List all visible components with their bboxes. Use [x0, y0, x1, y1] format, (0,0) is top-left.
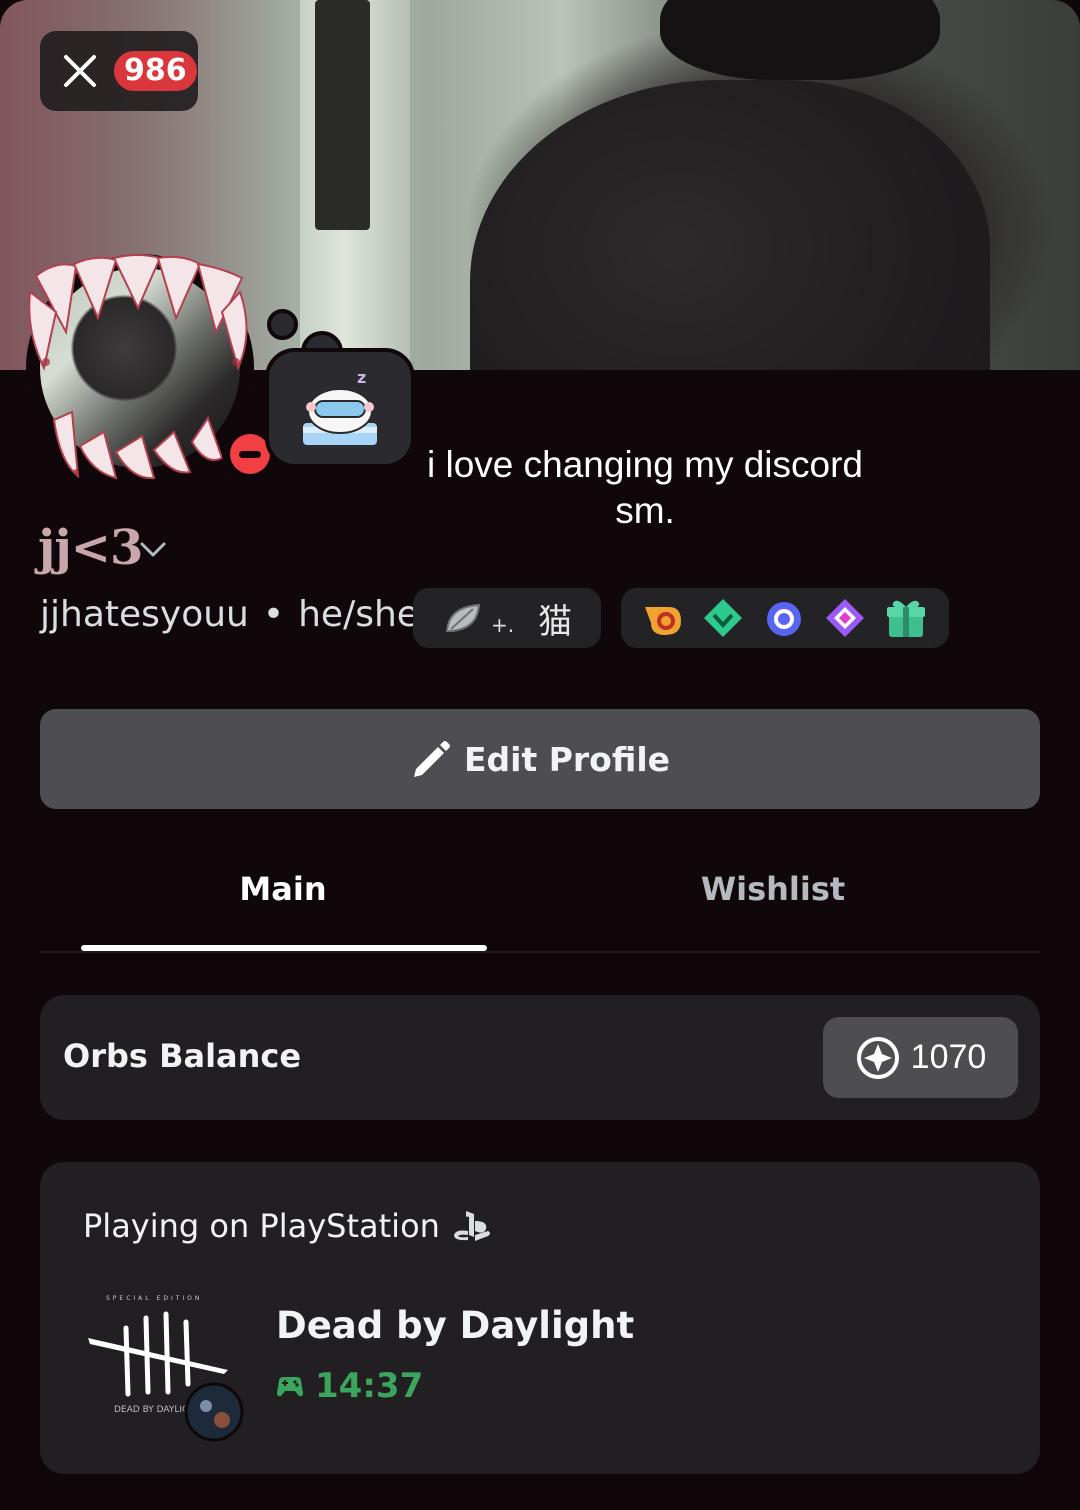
close-icon	[64, 55, 96, 87]
orb-icon	[856, 1036, 899, 1079]
custom-status-text: i love changing my discord sm.	[427, 444, 863, 531]
server-tag[interactable]: +. 猫	[413, 588, 601, 648]
nitro-emerald-badge-icon[interactable]	[702, 597, 744, 639]
playstation-icon	[453, 1211, 490, 1241]
edit-profile-label: Edit Profile	[463, 739, 671, 779]
tag-text: 猫	[538, 601, 573, 642]
tag-dots: +.	[491, 613, 515, 637]
activity-card[interactable]: Playing on PlayStation SPECIAL EDITION D…	[40, 1162, 1040, 1474]
boost-diamond-badge-icon[interactable]	[824, 597, 866, 639]
username-row: jjhatesyouu • he/she	[40, 594, 419, 635]
badges-list	[621, 588, 949, 648]
tab-main[interactable]: Main	[40, 870, 526, 908]
close-button[interactable]: 986	[40, 31, 198, 111]
quest-laurel-badge-icon[interactable]	[763, 597, 805, 639]
pronouns: he/she	[298, 594, 419, 635]
status-bubble[interactable]: z	[265, 348, 415, 468]
leaf-icon	[445, 603, 481, 632]
orbs-balance-label: Orbs Balance	[63, 1037, 302, 1075]
elapsed-time: 14:37	[315, 1366, 424, 1406]
fangs-avatar-decoration	[28, 254, 248, 480]
tab-wishlist[interactable]: Wishlist	[526, 870, 1020, 908]
gamepad-icon	[277, 1377, 303, 1397]
display-name[interactable]: jj<3	[38, 520, 143, 576]
orbs-balance-card: Orbs Balance 1070	[40, 995, 1040, 1120]
game-title: Dead by Daylight	[276, 1304, 635, 1347]
username[interactable]: jjhatesyouu	[40, 594, 249, 635]
game-art-image: SPECIAL EDITION DEAD BY DAYLIGHT	[88, 1295, 244, 1442]
avatar[interactable]	[26, 252, 278, 488]
pencil-icon	[413, 741, 450, 777]
svg-text:z: z	[357, 368, 366, 387]
gift-badge-icon[interactable]	[885, 597, 927, 639]
hypesquad-balance-badge-icon[interactable]	[641, 597, 683, 639]
edit-profile-button[interactable]: Edit Profile	[40, 709, 1040, 809]
chevron-down-icon[interactable]	[138, 534, 168, 564]
tab-divider	[40, 951, 1040, 953]
orbs-balance-value: 1070	[910, 1038, 987, 1076]
notification-count-badge: 986	[114, 51, 197, 91]
orbs-balance-button[interactable]: 1070	[823, 1017, 1018, 1098]
separator-dot: •	[262, 594, 285, 635]
activity-header: Playing on PlayStation	[83, 1207, 492, 1245]
game-elapsed: 14:37	[275, 1366, 423, 1406]
do-not-disturb-icon	[230, 434, 270, 474]
art-top-text: SPECIAL EDITION	[106, 1295, 202, 1302]
sleeping-sheep-icon: z	[303, 368, 377, 445]
bubble-tail-small	[267, 309, 298, 340]
activity-header-text: Playing on PlayStation	[83, 1207, 440, 1245]
